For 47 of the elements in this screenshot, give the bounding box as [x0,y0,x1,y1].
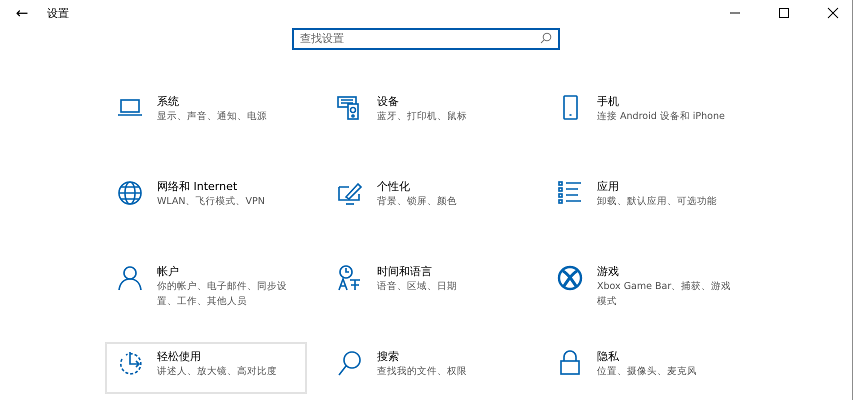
settings-tile[interactable]: 游戏 Xbox Game Bar、捕获、游戏模式 [545,257,747,309]
tile-description: 卸载、默认应用、可选功能 [597,195,717,209]
tile-description: 蓝牙、打印机、鼠标 [377,110,467,124]
maximize-icon[interactable] [778,7,790,19]
settings-tile[interactable]: 搜索 查找我的文件、权限 [325,342,527,394]
tile-title: 时间和语言 [377,264,432,279]
tile-title: 手机 [597,94,619,109]
search-icon [540,32,552,44]
tile-title: 个性化 [377,179,410,194]
list-icon [556,179,584,207]
tile-title: 应用 [597,179,619,194]
tile-description: 查找我的文件、权限 [377,365,467,379]
tile-description: 连接 Android 设备和 iPhone [597,110,725,124]
tile-description: 语音、区域、日期 [377,280,457,294]
tile-description: 显示、声音、通知、电源 [157,110,267,124]
search-icon [336,349,364,377]
tile-description: 讲述人、放大镜、高对比度 [157,365,277,379]
settings-tile[interactable]: 个性化 背景、锁屏、颜色 [325,172,527,224]
back-button[interactable]: ← [10,4,34,22]
tile-description: WLAN、飞行模式、VPN [157,195,265,209]
xbox-icon [556,264,584,292]
settings-tile[interactable]: 手机 连接 Android 设备和 iPhone [545,87,747,139]
settings-tile[interactable]: 系统 显示、声音、通知、电源 [105,87,307,139]
tile-description: 你的帐户、电子邮件、同步设置、工作、其他人员 [157,280,288,309]
settings-tile[interactable]: 设备 蓝牙、打印机、鼠标 [325,87,527,139]
tile-title: 隐私 [597,349,619,364]
globe-icon [116,179,144,207]
tile-description: Xbox Game Bar、捕获、游戏模式 [597,280,732,309]
close-icon[interactable] [827,7,839,19]
person-icon [116,264,144,292]
tile-title: 帐户 [157,264,179,279]
settings-tile[interactable]: 帐户 你的帐户、电子邮件、同步设置、工作、其他人员 [105,257,307,309]
tile-title: 轻松使用 [157,349,201,364]
tile-description: 位置、摄像头、麦克风 [597,365,697,379]
settings-tile[interactable]: 隐私 位置、摄像头、麦克风 [545,342,747,394]
window-title: 设置 [47,6,69,20]
tile-title: 游戏 [597,264,619,279]
tile-title: 系统 [157,94,179,109]
tile-title: 搜索 [377,349,399,364]
settings-tile[interactable]: 轻松使用 讲述人、放大镜、高对比度 [105,342,307,394]
settings-tile[interactable]: 网络和 Internet WLAN、飞行模式、VPN [105,172,307,224]
tile-title: 设备 [377,94,399,109]
tile-title: 网络和 Internet [157,179,238,194]
settings-tile[interactable]: 时间和语言 语音、区域、日期 [325,257,527,309]
tile-description: 背景、锁屏、颜色 [377,195,457,209]
settings-tile[interactable]: 应用 卸载、默认应用、可选功能 [545,172,747,224]
search-field[interactable]: 查找设置 [292,28,560,50]
